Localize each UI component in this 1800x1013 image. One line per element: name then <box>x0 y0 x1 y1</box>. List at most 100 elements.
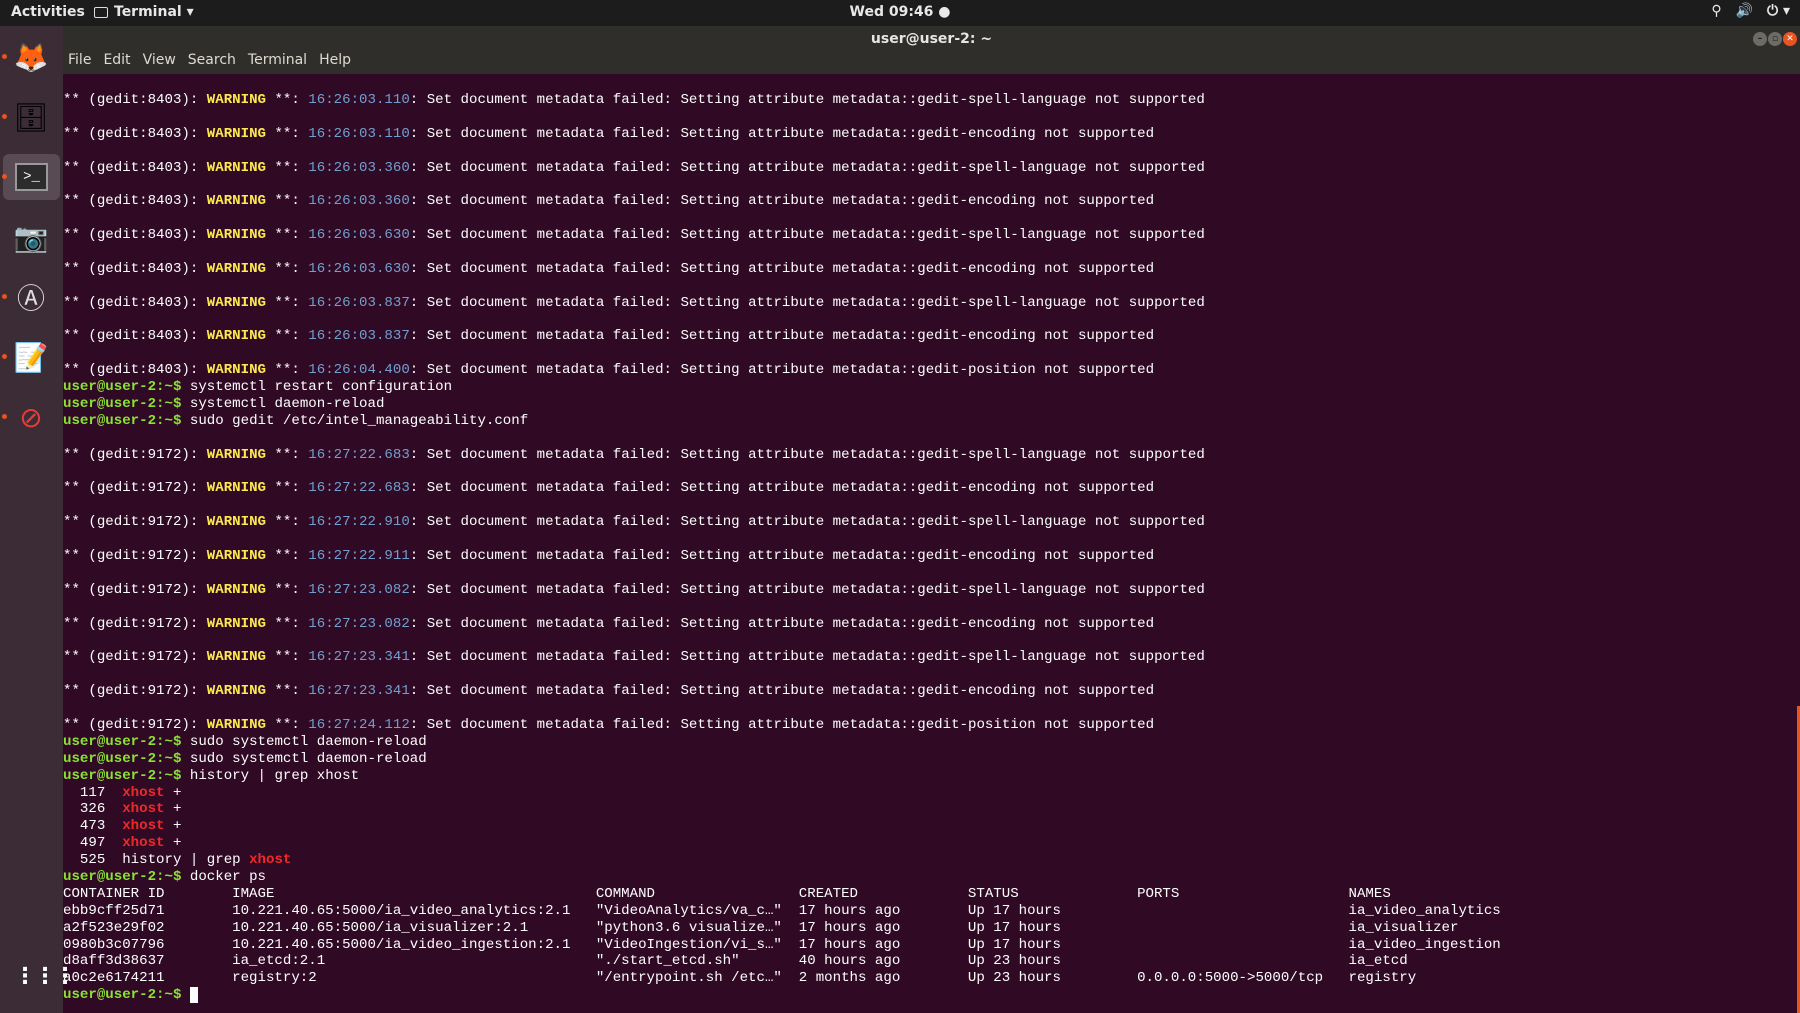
log-message: : Set document metadata failed: Setting … <box>409 548 1155 565</box>
docker-cell: registry <box>1348 970 1417 987</box>
docker-cell: CREATED <box>798 885 858 902</box>
prompt: user@user-2:~$ <box>63 412 182 429</box>
log-separator: **: <box>266 362 309 379</box>
maximize-button[interactable]: ▫ <box>1768 32 1782 46</box>
dock-files[interactable]: 🗄 <box>8 94 54 140</box>
log-prefix: ** (gedit:8403): <box>63 125 207 142</box>
warning-level: WARNING <box>206 548 266 565</box>
log-prefix: ** (gedit:9172): <box>63 683 207 700</box>
menu-edit[interactable]: Edit <box>103 52 130 74</box>
timestamp: 16:26:04.400 <box>308 362 410 379</box>
warning-level: WARNING <box>206 716 266 733</box>
menu-terminal[interactable]: Terminal <box>248 52 307 74</box>
docker-row: d8aff3d38637 ia_etcd:2.1 "./start_etcd.sh"… <box>63 953 1794 970</box>
docker-cell: Up 17 hours <box>967 919 1061 936</box>
timestamp: 16:27:22.683 <box>308 480 410 497</box>
warning-line: ** (gedit:9172): WARNING **: 16:27:23.08… <box>63 616 1794 633</box>
docker-cell: COMMAND <box>595 885 656 902</box>
command-line: user@user-2:~$ <box>63 987 1794 1004</box>
command-line: user@user-2:~$ history | grep xhost <box>63 768 1794 785</box>
log-message: : Set document metadata failed: Setting … <box>409 716 1155 733</box>
prompt: user@user-2:~$ <box>63 868 182 885</box>
menu-view[interactable]: View <box>143 52 176 74</box>
log-prefix: ** (gedit:8403): <box>63 294 207 311</box>
warning-line: ** (gedit:9172): WARNING **: 16:27:24.11… <box>63 717 1794 734</box>
running-indicator <box>2 54 7 59</box>
firefox-icon: 🦊 <box>13 40 49 74</box>
warning-line: ** (gedit:9172): WARNING **: 16:27:22.68… <box>63 447 1794 464</box>
docker-cell: d8aff3d38637 <box>63 953 165 970</box>
dock-text-editor[interactable]: 📝 <box>8 334 54 380</box>
power-icon[interactable]: ⏻ ▾ <box>1767 3 1790 19</box>
log-separator: **: <box>266 125 309 142</box>
command-line: user@user-2:~$ sudo systemctl daemon-rel… <box>63 734 1794 751</box>
history-entry: 326 <box>63 801 123 818</box>
history-line: 117 xhost + <box>63 785 1794 802</box>
warning-level: WARNING <box>206 683 266 700</box>
command-line: user@user-2:~$ sudo systemctl daemon-rel… <box>63 751 1794 768</box>
menu-file[interactable]: File <box>68 52 91 74</box>
dock-firefox[interactable]: 🦊 <box>8 34 54 80</box>
timestamp: 16:27:22.910 <box>308 514 410 531</box>
close-button[interactable]: ✕ <box>1783 32 1797 46</box>
log-prefix: ** (gedit:9172): <box>63 514 207 531</box>
log-separator: **: <box>266 159 309 176</box>
docker-cell: 17 hours ago <box>798 919 901 936</box>
log-separator: **: <box>266 193 309 210</box>
warning-line: ** (gedit:8403): WARNING **: 16:26:03.63… <box>63 227 1794 244</box>
menu-search[interactable]: Search <box>188 52 236 74</box>
docker-cell: 10.221.40.65:5000/ia_video_ingestion:2.1 <box>232 936 571 953</box>
menu-help[interactable]: Help <box>319 52 351 74</box>
clock[interactable]: Wed 09:46 ● <box>0 4 1800 20</box>
minimize-button[interactable]: – <box>1753 32 1767 46</box>
log-prefix: ** (gedit:8403): <box>63 159 207 176</box>
terminal-icon: >_ <box>15 163 48 191</box>
top-bar: Activities Terminal ▾ Wed 09:46 ● ⚲ 🔊 ⏻ … <box>0 0 1800 26</box>
command-text: history | grep xhost <box>181 767 360 784</box>
docker-cell: 0.0.0.0:5000->5000/tcp <box>1137 970 1324 987</box>
dock-camera[interactable]: 📷 <box>8 214 54 260</box>
docker-cell: 10.221.40.65:5000/ia_video_analytics:2.1 <box>232 902 571 919</box>
window-title: user@user-2: ~ <box>870 31 993 47</box>
docker-cell: "python3.6 visualize…" <box>595 919 782 936</box>
log-message: : Set document metadata failed: Setting … <box>409 683 1155 700</box>
log-separator: **: <box>266 615 309 632</box>
log-prefix: ** (gedit:8403): <box>63 227 207 244</box>
history-suffix: + <box>164 818 182 835</box>
warning-line: ** (gedit:8403): WARNING **: 16:26:03.83… <box>63 328 1794 345</box>
dock-software-updater[interactable]: Ⓐ <box>8 274 54 320</box>
network-icon[interactable]: ⚲ <box>1711 3 1721 19</box>
log-prefix: ** (gedit:9172): <box>63 716 207 733</box>
system-tray[interactable]: ⚲ 🔊 ⏻ ▾ <box>1711 3 1790 19</box>
log-message: : Set document metadata failed: Setting … <box>409 260 1155 277</box>
log-message: : Set document metadata failed: Setting … <box>409 362 1155 379</box>
terminal-output[interactable]: ** (gedit:8403): WARNING **: 16:26:03.11… <box>63 74 1794 1013</box>
log-message: : Set document metadata failed: Setting … <box>409 649 1205 666</box>
timestamp: 16:27:23.341 <box>308 649 410 666</box>
warning-level: WARNING <box>206 125 266 142</box>
timestamp: 16:27:24.112 <box>308 716 410 733</box>
history-suffix: + <box>164 784 182 801</box>
warning-line: ** (gedit:8403): WARNING **: 16:26:03.83… <box>63 295 1794 312</box>
dock-blocked-app[interactable]: ⊘ <box>8 394 54 440</box>
docker-cell: registry:2 <box>232 970 317 987</box>
volume-icon[interactable]: 🔊 <box>1736 3 1753 19</box>
files-icon: 🗄 <box>13 100 49 134</box>
history-line: 473 xhost + <box>63 818 1794 835</box>
log-message: : Set document metadata failed: Setting … <box>409 328 1155 345</box>
history-line: 326 xhost + <box>63 801 1794 818</box>
log-separator: **: <box>266 260 309 277</box>
docker-cell: Up 17 hours <box>967 936 1061 953</box>
grep-match: xhost <box>122 835 165 852</box>
docker-cell: Up 17 hours <box>967 902 1061 919</box>
dock-terminal[interactable]: >_ <box>3 154 60 200</box>
log-message: : Set document metadata failed: Setting … <box>409 294 1205 311</box>
history-suffix: + <box>164 801 182 818</box>
warning-level: WARNING <box>206 159 266 176</box>
software-updater-icon: Ⓐ <box>16 282 45 315</box>
